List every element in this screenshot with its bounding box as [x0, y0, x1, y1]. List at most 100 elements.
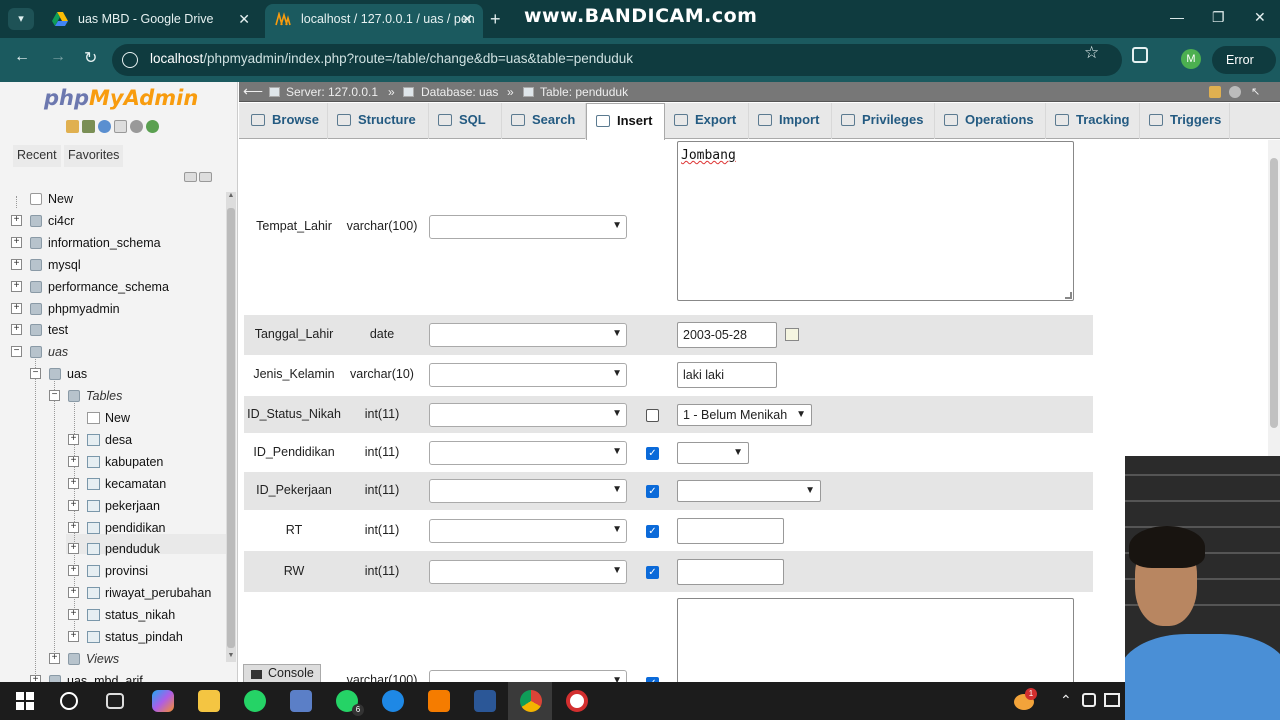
reload-icon[interactable]: ↻	[84, 48, 97, 68]
value-select[interactable]: ▼	[677, 441, 749, 464]
site-info-icon[interactable]	[122, 52, 138, 68]
tree-expander-icon[interactable]: +	[68, 477, 79, 489]
tab-structure[interactable]: Structure	[328, 103, 429, 139]
tree-expander-icon[interactable]: +	[11, 280, 22, 292]
tab-privileges[interactable]: Privileges	[832, 103, 935, 139]
breadcrumb-table[interactable]: Table: penduduk	[540, 85, 628, 99]
tree-item-phpmyadmin[interactable]: phpmyadmin	[48, 299, 120, 319]
tree-item-new[interactable]: New	[48, 189, 73, 209]
bandicam-record-icon[interactable]	[566, 690, 588, 712]
tree-item-desa[interactable]: desa	[105, 430, 132, 450]
maximize-icon[interactable]: ❐	[1212, 9, 1225, 26]
tree-scrollbar[interactable]: ▲ ▼	[226, 192, 236, 662]
tree-item-penduduk[interactable]: penduduk	[105, 539, 160, 559]
tree-expander-icon[interactable]: +	[68, 631, 79, 642]
value-input[interactable]	[677, 558, 784, 585]
forward-arrow-icon[interactable]: →	[50, 48, 66, 66]
browser-tab-phpmyadmin[interactable]: localhost / 127.0.0.1 / uas / pen ✕	[265, 4, 483, 38]
tree-item-views[interactable]: Views	[86, 649, 119, 669]
resize-handle-icon[interactable]	[1065, 292, 1072, 299]
microsoft-word-icon[interactable]	[474, 690, 496, 712]
help-icon[interactable]	[98, 120, 111, 133]
profile-avatar[interactable]: M	[1181, 49, 1201, 69]
tree-item-kecamatan[interactable]: kecamatan	[105, 474, 166, 494]
phone-app-icon[interactable]	[382, 690, 404, 712]
tab-operations[interactable]: Operations	[935, 103, 1046, 139]
tree-item-provinsi[interactable]: provinsi	[105, 561, 148, 581]
calendar-icon[interactable]	[785, 328, 799, 341]
null-checkbox[interactable]: ✓	[646, 446, 659, 460]
value-textarea[interactable]	[677, 598, 1074, 682]
new-tab-plus-icon[interactable]: +	[490, 8, 501, 30]
tray-chevron-up-icon[interactable]: ⌃	[1060, 692, 1072, 709]
console-toggle[interactable]: Console	[243, 664, 321, 684]
tree-expander-icon[interactable]: +	[11, 324, 22, 336]
tree-item-riwayat-perubahan[interactable]: riwayat_perubahan	[105, 583, 211, 603]
tab-import[interactable]: Import	[749, 103, 832, 139]
favorites-tab[interactable]: Favorites	[64, 145, 124, 167]
docs-icon[interactable]	[114, 120, 127, 133]
tree-expander-icon[interactable]: +	[68, 565, 79, 577]
url-field[interactable]: localhost/phpmyadmin/index.php?route=/ta…	[112, 44, 1122, 76]
file-explorer-icon[interactable]	[198, 690, 220, 712]
bookmark-star-icon[interactable]: ☆	[1084, 43, 1099, 63]
tray-app-icon[interactable]	[1082, 693, 1096, 707]
tree-item-ci4cr[interactable]: ci4cr	[48, 211, 74, 231]
function-select[interactable]: ▼	[429, 519, 627, 543]
lock-icon[interactable]	[1209, 86, 1221, 98]
tree-item-tables[interactable]: Tables	[86, 386, 122, 406]
tree-expander-icon[interactable]: +	[11, 214, 22, 226]
null-checkbox[interactable]: ✓	[646, 485, 659, 498]
home-icon[interactable]	[66, 120, 79, 133]
tree-item-pekerjaan[interactable]: pekerjaan	[105, 496, 160, 516]
tree-item-test[interactable]: test	[48, 320, 68, 340]
whatsapp-icon[interactable]	[244, 690, 266, 712]
function-select[interactable]: ▼	[429, 363, 627, 387]
tab-tracking[interactable]: Tracking	[1046, 103, 1140, 139]
tree-item-performance-schema[interactable]: performance_schema	[48, 277, 169, 297]
collapse-nav-arrow-icon[interactable]: ⟵	[243, 83, 263, 100]
network-icon[interactable]	[1104, 693, 1120, 707]
logout-icon[interactable]	[82, 120, 95, 133]
search-icon[interactable]	[60, 692, 78, 710]
function-select[interactable]: ▼	[429, 440, 627, 465]
tree-expander-icon[interactable]: −	[30, 368, 41, 380]
tree-expander-icon[interactable]: −	[11, 346, 22, 358]
value-select[interactable]: ▼	[677, 480, 821, 502]
function-select[interactable]: ▼	[429, 323, 627, 347]
tree-item-uas[interactable]: uas	[48, 342, 68, 362]
tab-export[interactable]: Export	[665, 103, 749, 139]
back-arrow-icon[interactable]: ←	[14, 48, 30, 66]
close-window-icon[interactable]: ✕	[1254, 9, 1266, 26]
link-with-main-icon[interactable]	[199, 172, 212, 182]
extensions-icon[interactable]	[1132, 47, 1148, 63]
value-input[interactable]: laki laki	[677, 362, 777, 388]
tree-expander-icon[interactable]: +	[68, 433, 79, 445]
tree-item-status-nikah[interactable]: status_nikah	[105, 605, 175, 625]
copilot-icon[interactable]	[152, 690, 174, 712]
settings-gear-icon[interactable]	[1229, 86, 1241, 98]
tree-expander-icon[interactable]: +	[11, 258, 22, 270]
tree-item-kabupaten[interactable]: kabupaten	[105, 452, 163, 472]
error-menu-button[interactable]: Error	[1212, 46, 1276, 74]
function-select[interactable]: ▼	[429, 215, 627, 239]
null-checkbox[interactable]: ✓	[646, 565, 659, 579]
tab-search[interactable]: Search	[502, 103, 586, 139]
tree-expander-icon[interactable]: +	[68, 521, 79, 533]
tree-expander-icon[interactable]: +	[11, 302, 22, 314]
function-select[interactable]: ▼	[429, 402, 627, 427]
value-input[interactable]	[677, 518, 784, 544]
tree-item-mysql[interactable]: mysql	[48, 255, 81, 275]
tree-expander-icon[interactable]: +	[68, 499, 79, 511]
collapse-all-icon[interactable]	[184, 172, 197, 182]
tree-expander-icon[interactable]: +	[11, 236, 22, 248]
value-input[interactable]: 2003-05-28	[677, 322, 777, 348]
tab-browse[interactable]: Browse	[242, 103, 328, 139]
tree-expander-icon[interactable]: +	[68, 587, 79, 599]
tree-item-uas[interactable]: uas	[67, 364, 87, 384]
value-select[interactable]: 1 - Belum Menikah ▼	[677, 403, 812, 426]
collapse-top-icon[interactable]: ↖	[1251, 86, 1263, 98]
tab-sql[interactable]: SQL	[429, 103, 502, 139]
minimize-icon[interactable]: —	[1170, 9, 1184, 25]
settings-gear-icon[interactable]	[130, 120, 143, 133]
